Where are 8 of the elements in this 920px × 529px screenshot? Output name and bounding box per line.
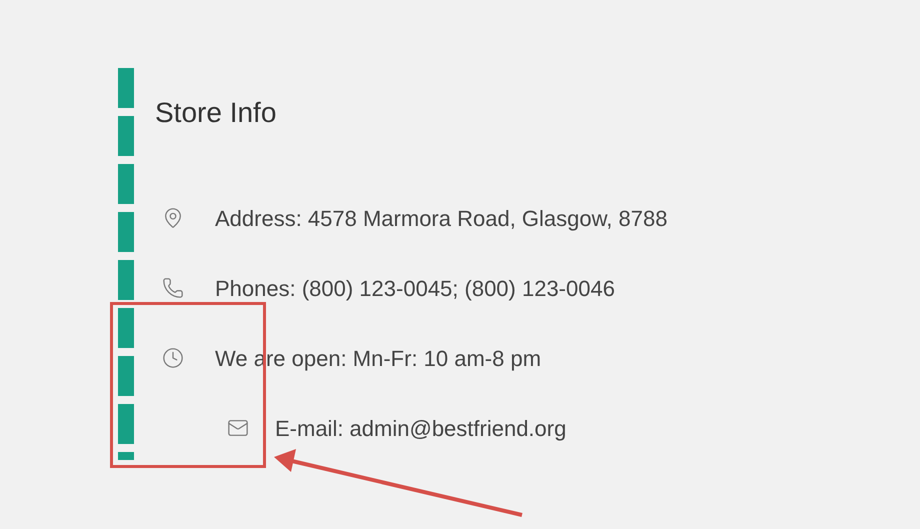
info-text: Phones: (800) 123-0045; (800) 123-0046 <box>215 274 615 302</box>
info-text: Address: 4578 Marmora Road, Glasgow, 8788 <box>215 204 668 233</box>
info-text: E-mail: admin@bestfriend.org <box>275 414 566 443</box>
mail-icon <box>227 417 249 439</box>
map-pin-icon <box>162 207 184 229</box>
phone-icon <box>162 277 184 299</box>
section-title: Store Info <box>155 96 278 130</box>
clock-icon <box>162 347 184 369</box>
